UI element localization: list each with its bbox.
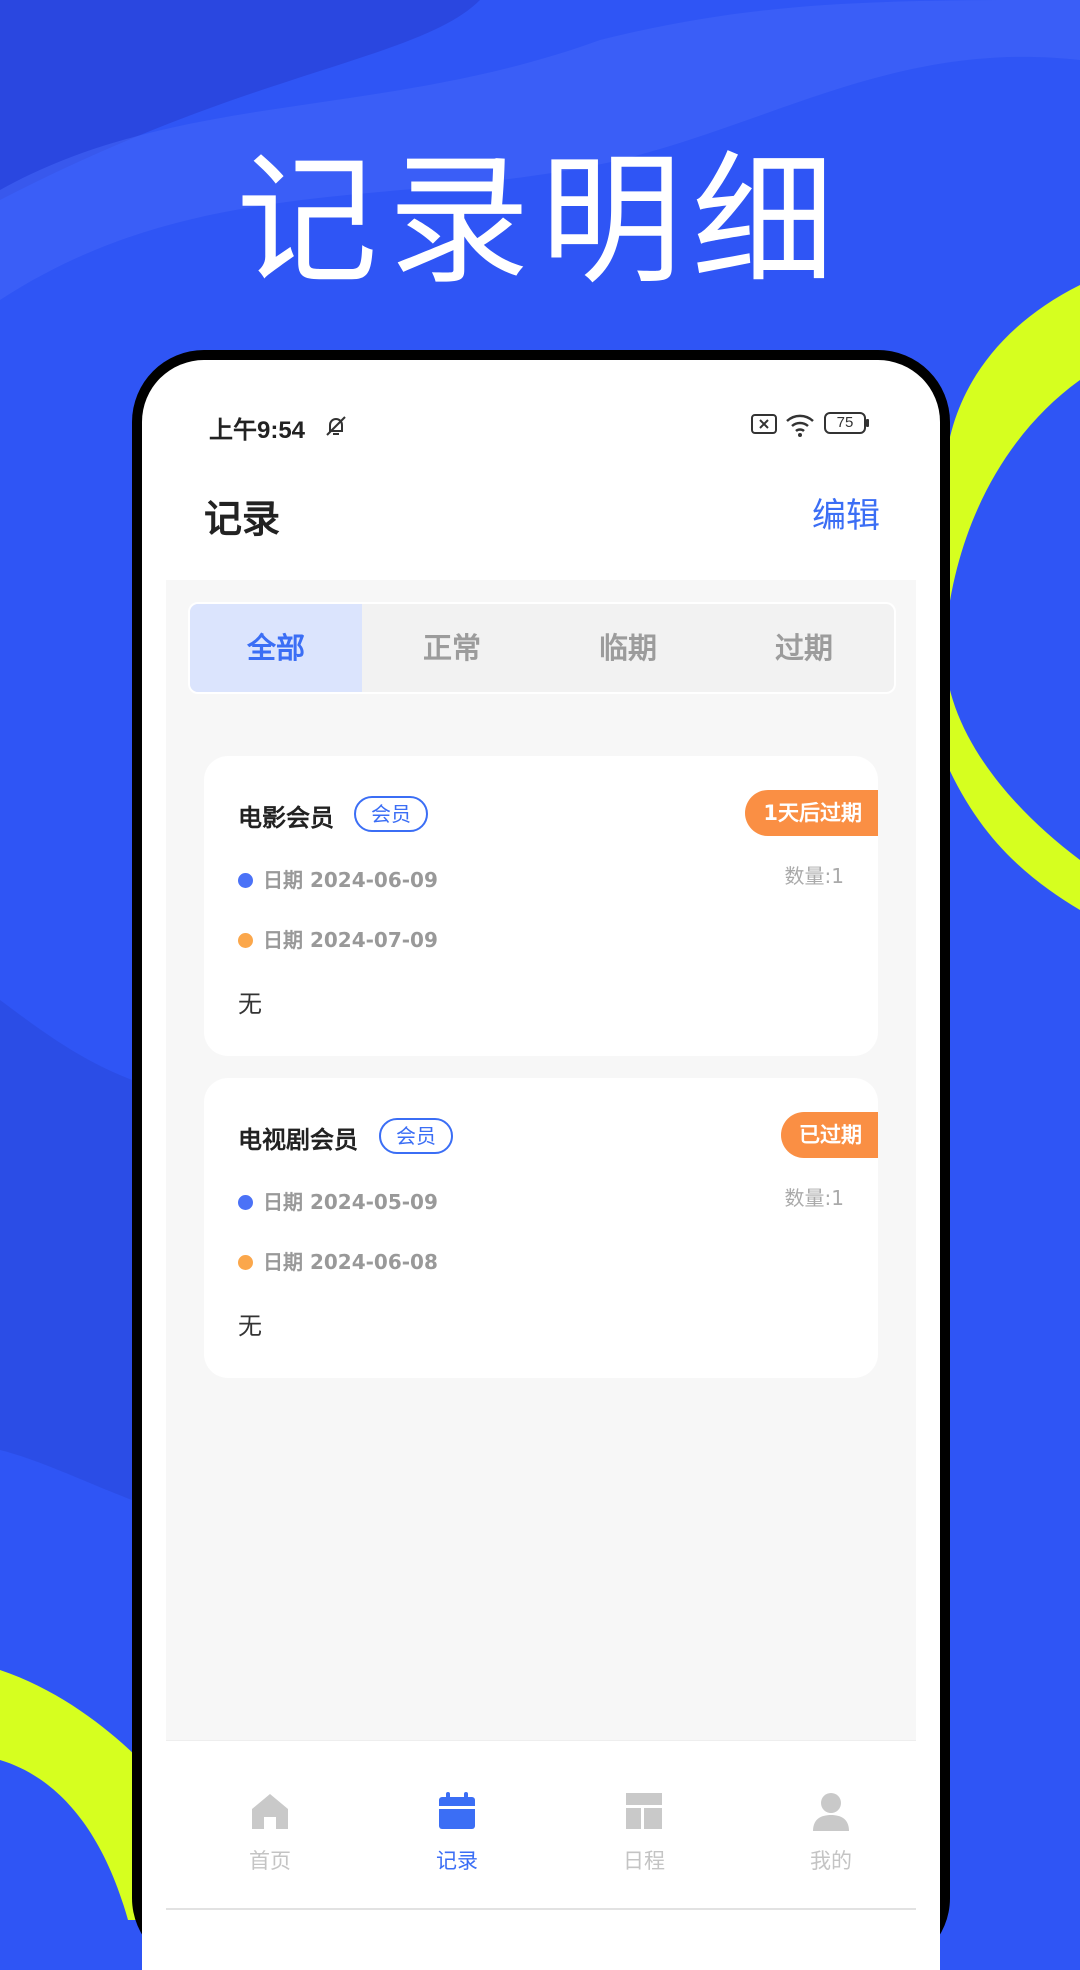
user-icon: [813, 1793, 849, 1831]
nav-label: 首页: [249, 1849, 291, 1873]
tab-expired[interactable]: 过期: [718, 604, 890, 692]
start-date-row: 日期 2024-06-09: [238, 864, 438, 893]
record-note: 无: [238, 1312, 262, 1340]
record-title: 电视剧会员: [238, 1126, 358, 1154]
nav-item-home[interactable]: 首页: [210, 1789, 330, 1875]
page-title: 记录: [204, 497, 281, 541]
bottom-nav: 首页 记录 日程 我的: [166, 1740, 916, 1941]
records-content: 全部 正常 临期 过期 电影会员 会员 1天后过期 数量:1 日期 2024-0…: [166, 580, 916, 1740]
phone-screen: 上午9:54 75 记录 编辑 全部 正常 临期 过期 电影会员 会员 1天后过…: [142, 360, 940, 1970]
battery-cap: [866, 419, 869, 427]
sim-off-icon: [751, 414, 777, 434]
hero-title: 记录明细: [236, 139, 844, 304]
tab-expiring[interactable]: 临期: [542, 604, 714, 692]
filter-tabs: 全部 正常 临期 过期: [188, 602, 896, 694]
bell-off-icon: [326, 416, 346, 436]
expiry-badge: 1天后过期: [745, 790, 878, 836]
nav-item-schedule[interactable]: 日程: [584, 1789, 704, 1875]
home-icon: [252, 1794, 288, 1829]
record-note: 无: [238, 990, 262, 1018]
end-date: 日期 2024-06-08: [263, 1250, 438, 1274]
orange-dot-icon: [238, 1255, 253, 1270]
nav-label: 记录: [436, 1849, 478, 1873]
record-tag: 会员: [354, 796, 428, 832]
nav-item-records[interactable]: 记录: [397, 1789, 517, 1875]
status-bar: 上午9:54 75: [142, 410, 940, 450]
end-date-row: 日期 2024-06-08: [238, 1246, 438, 1275]
status-time: 上午9:54: [209, 417, 306, 444]
record-title: 电影会员: [238, 804, 334, 832]
start-date: 日期 2024-05-09: [263, 1190, 438, 1214]
end-date: 日期 2024-07-09: [263, 928, 438, 952]
nav-label: 我的: [810, 1849, 852, 1873]
nav-item-profile[interactable]: 我的: [771, 1789, 891, 1875]
edit-button[interactable]: 编辑: [812, 488, 880, 537]
nav-label: 日程: [623, 1849, 665, 1873]
end-date-row: 日期 2024-07-09: [238, 924, 438, 953]
home-indicator-divider: [166, 1908, 916, 1910]
start-date: 日期 2024-06-09: [263, 868, 438, 892]
tab-all[interactable]: 全部: [190, 604, 362, 692]
blue-dot-icon: [238, 873, 253, 888]
record-tag: 会员: [379, 1118, 453, 1154]
tab-normal[interactable]: 正常: [366, 604, 538, 692]
start-date-row: 日期 2024-05-09: [238, 1186, 438, 1215]
record-quantity: 数量:1: [784, 1186, 844, 1210]
wifi-icon: [786, 414, 814, 437]
battery-icon: 75: [824, 412, 866, 434]
record-quantity: 数量:1: [784, 864, 844, 888]
dashboard-icon: [626, 1793, 662, 1829]
blue-dot-icon: [238, 1195, 253, 1210]
calendar-icon: [439, 1792, 475, 1829]
expiry-badge: 已过期: [781, 1112, 878, 1158]
orange-dot-icon: [238, 933, 253, 948]
record-card[interactable]: 电影会员 会员 1天后过期 数量:1 日期 2024-06-09 日期 2024…: [204, 756, 878, 1056]
battery-level: 75: [836, 414, 854, 431]
record-card[interactable]: 电视剧会员 会员 已过期 数量:1 日期 2024-05-09 日期 2024-…: [204, 1078, 878, 1378]
app-header: 记录 编辑: [142, 480, 940, 560]
phone-frame: 上午9:54 75 记录 编辑 全部 正常 临期 过期 电影会员 会员 1天后过…: [132, 350, 950, 1970]
